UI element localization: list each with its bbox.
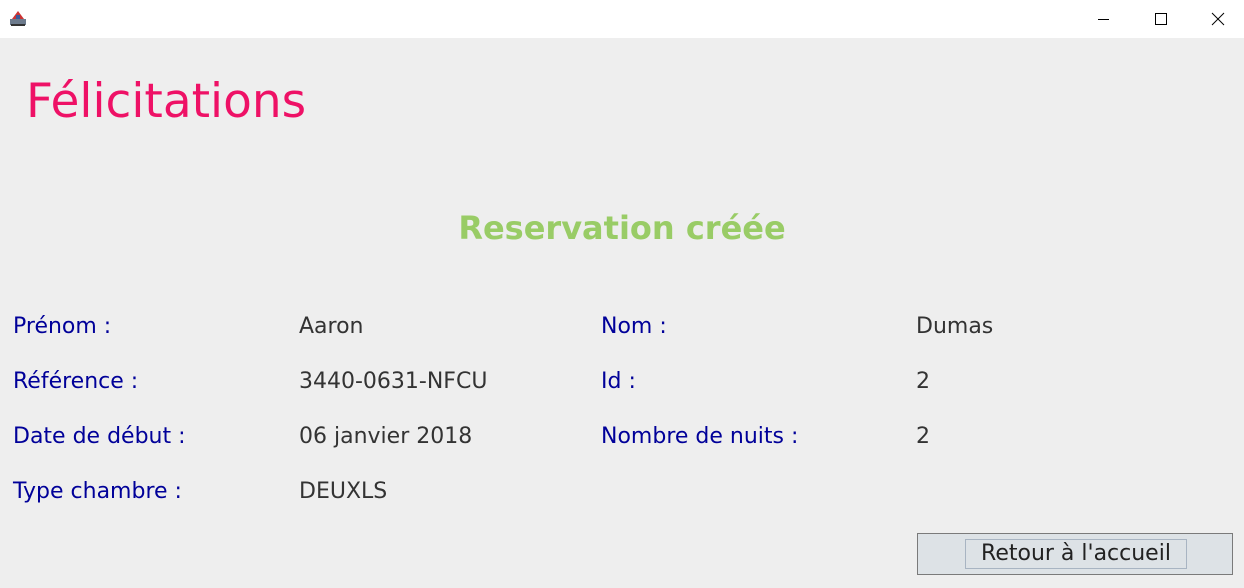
- prenom-label: Prénom :: [13, 314, 112, 339]
- close-icon: [1211, 12, 1225, 26]
- id-value: 2: [916, 369, 930, 394]
- type-chambre-value: DEUXLS: [299, 479, 388, 504]
- maximize-icon: [1155, 13, 1167, 25]
- nombre-nuits-value: 2: [916, 424, 930, 449]
- app-window: Félicitations Reservation créée Prénom :…: [0, 0, 1244, 588]
- title-bar: [0, 0, 1244, 38]
- reference-label: Référence :: [13, 369, 139, 394]
- nombre-nuits-label: Nombre de nuits :: [601, 424, 799, 449]
- date-debut-label: Date de début :: [13, 424, 186, 449]
- minimize-icon: [1098, 19, 1109, 20]
- reference-value: 3440-0631-NFCU: [299, 369, 488, 394]
- close-button[interactable]: [1189, 0, 1244, 38]
- confirmation-message: Reservation créée: [458, 209, 786, 247]
- nom-label: Nom :: [601, 314, 667, 339]
- minimize-button[interactable]: [1075, 0, 1131, 38]
- java-app-icon: [9, 9, 27, 27]
- nom-value: Dumas: [916, 314, 994, 339]
- page-title: Félicitations: [26, 74, 307, 129]
- home-button[interactable]: Retour à l'accueil: [917, 533, 1233, 575]
- maximize-button[interactable]: [1132, 0, 1188, 38]
- type-chambre-label: Type chambre :: [13, 479, 182, 504]
- prenom-value: Aaron: [299, 314, 364, 339]
- home-button-label: Retour à l'accueil: [965, 539, 1187, 569]
- date-debut-value: 06 janvier 2018: [299, 424, 473, 449]
- id-label: Id :: [601, 369, 636, 394]
